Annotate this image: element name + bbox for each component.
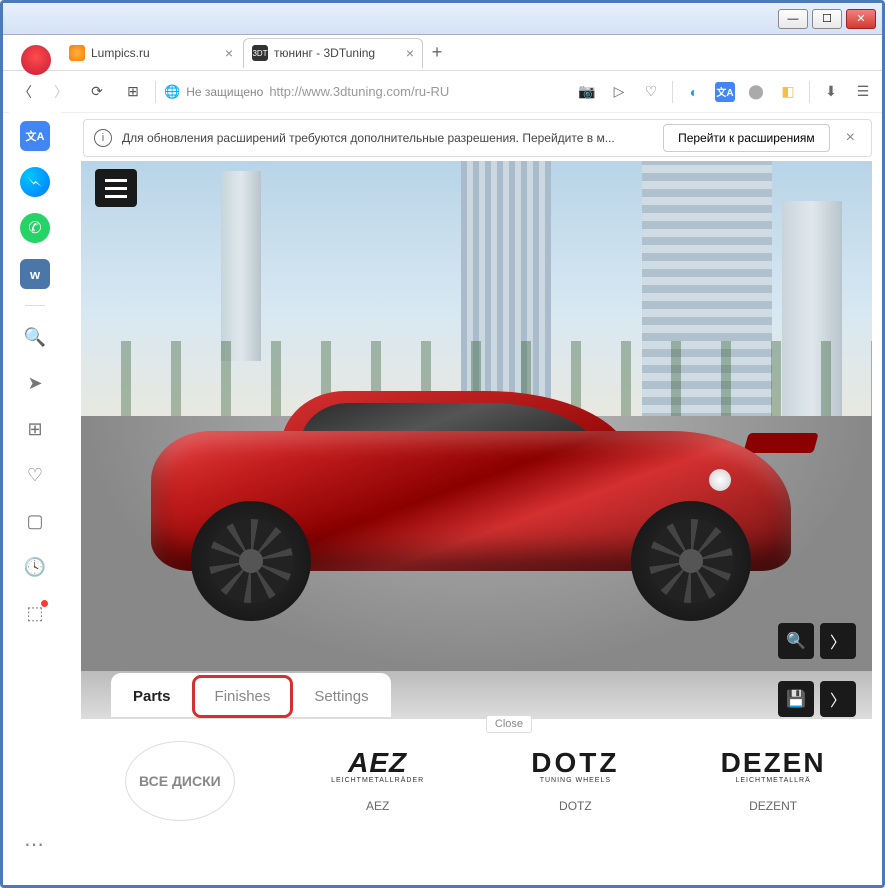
extension2-icon[interactable]: ◧ xyxy=(777,81,799,103)
tab-strip: Lumpics.ru × 3DT тюнинг - 3DTuning × + xyxy=(3,35,882,71)
notification-close-icon[interactable]: × xyxy=(840,129,861,147)
fuel-cap xyxy=(709,469,731,491)
left-sidebar: 文A ✆ w 🔍 ➤ ⊞ ♡ ▢ 🕓 ⬚ ⋯ xyxy=(9,111,61,879)
download-icon[interactable]: ⬇ xyxy=(820,81,842,103)
logo-text: DOTZ xyxy=(531,749,619,777)
speed-dial-icon[interactable]: ⊞ xyxy=(119,78,147,106)
brand-logo-aez: AEZ LEICHTMETALLRÄDER xyxy=(331,741,424,791)
maximize-button[interactable]: ☐ xyxy=(812,9,842,29)
logo-subtext: TUNING WHEELS xyxy=(540,777,611,784)
car-viewport[interactable]: 3DT 🔍 〉 xyxy=(81,161,872,671)
sidebar-bookmark-icon[interactable]: ▢ xyxy=(20,506,50,536)
logo-text: DEZEN xyxy=(721,749,826,777)
favicon-3dt-icon: 3DT xyxy=(252,45,268,61)
url-field[interactable]: 🌐 Не защищено http://www.3dtuning.com/ru… xyxy=(164,84,568,100)
logo-subtext: LEICHTMETALLRÄ xyxy=(735,777,810,784)
separator xyxy=(809,81,810,103)
sidebar-history-icon[interactable]: 🕓 xyxy=(20,552,50,582)
tab-finishes[interactable]: Finishes xyxy=(193,676,293,717)
sidebar-send-icon[interactable]: ➤ xyxy=(20,368,50,398)
all-wheels-button[interactable]: ВСЕ ДИСКИ xyxy=(81,741,279,821)
address-bar: 〈 〉 ⟳ ⊞ 🌐 Не защищено http://www.3dtunin… xyxy=(3,71,882,113)
new-tab-button[interactable]: + xyxy=(425,41,449,65)
security-label: Не защищено xyxy=(186,85,263,99)
heart-icon[interactable]: ♡ xyxy=(640,81,662,103)
adblock-icon[interactable]: ◐ xyxy=(683,81,705,103)
sidebar-search-icon[interactable]: 🔍 xyxy=(20,322,50,352)
sidebar-messenger-icon[interactable] xyxy=(20,167,50,197)
tab-close-icon[interactable]: × xyxy=(225,45,233,61)
sidebar-grid-icon[interactable]: ⊞ xyxy=(20,414,50,444)
content-tabs-row: Parts Finishes Settings xyxy=(81,671,872,719)
tab-title: тюнинг - 3DTuning xyxy=(274,46,375,60)
car-spoiler xyxy=(743,433,818,453)
front-wheel[interactable] xyxy=(191,501,311,621)
zoom-in-button[interactable]: 🔍 xyxy=(778,623,814,659)
favicon-lumpics-icon xyxy=(69,45,85,61)
next-view-button[interactable]: 〉 xyxy=(820,623,856,659)
tab-close-icon[interactable]: × xyxy=(406,45,414,61)
tab-title: Lumpics.ru xyxy=(91,46,150,60)
forward-button[interactable]: 〉 xyxy=(47,78,75,106)
brand-name: AEZ xyxy=(366,799,389,813)
notification-bar: i Для обновления расширений требуются до… xyxy=(83,119,872,157)
brands-row: ВСЕ ДИСКИ AEZ LEICHTMETALLRÄDER AEZ DOTZ… xyxy=(81,733,872,875)
tab-settings[interactable]: Settings xyxy=(292,676,390,717)
sidebar-heart-icon[interactable]: ♡ xyxy=(20,460,50,490)
sidebar-whatsapp-icon[interactable]: ✆ xyxy=(20,213,50,243)
save-button[interactable]: 💾 xyxy=(778,681,814,717)
tab-parts[interactable]: Parts xyxy=(111,676,193,717)
sidebar-more-icon[interactable]: ⋯ xyxy=(20,829,50,859)
sidebar-cube-icon[interactable]: ⬚ xyxy=(20,598,50,628)
car-model[interactable]: 3DT xyxy=(121,391,821,621)
logo-subtext: LEICHTMETALLRÄDER xyxy=(331,777,424,784)
tab-group: Parts Finishes Settings xyxy=(111,673,391,717)
brand-name: DEZENT xyxy=(749,799,797,813)
brand-name: DOTZ xyxy=(559,799,592,813)
save-controls: 💾 〉 xyxy=(778,681,856,717)
save-next-button[interactable]: 〉 xyxy=(820,681,856,717)
info-icon: i xyxy=(94,129,112,147)
tab-3dtuning[interactable]: 3DT тюнинг - 3DTuning × xyxy=(243,38,423,68)
camera-icon[interactable]: 📷 xyxy=(576,81,598,103)
all-wheels-label: ВСЕ ДИСКИ xyxy=(125,741,235,821)
back-button[interactable]: 〈 xyxy=(11,78,39,106)
go-to-extensions-button[interactable]: Перейти к расширениям xyxy=(663,124,830,152)
sidebar-vk-icon[interactable]: w xyxy=(20,259,50,289)
logo-text: AEZ xyxy=(348,749,407,777)
brand-dezent[interactable]: DEZEN LEICHTMETALLRÄ DEZENT xyxy=(674,741,872,813)
zoom-controls: 🔍 〉 xyxy=(778,623,856,659)
brand-logo-dezent: DEZEN LEICHTMETALLRÄ xyxy=(721,741,826,791)
background-building xyxy=(221,171,261,361)
menu-button[interactable] xyxy=(95,169,137,207)
separator xyxy=(672,81,673,103)
address-actions: 📷 ▷ ♡ ◐ 文A ⬤ ◧ ⬇ ☰ xyxy=(576,81,874,103)
minimize-button[interactable]: — xyxy=(778,9,808,29)
extension-icon[interactable]: ⬤ xyxy=(745,81,767,103)
url-text: http://www.3dtuning.com/ru-RU xyxy=(269,84,449,99)
easy-setup-icon[interactable]: ☰ xyxy=(852,81,874,103)
close-panel-button[interactable]: Close xyxy=(486,715,532,733)
window-close-button[interactable]: ✕ xyxy=(846,9,876,29)
divider xyxy=(25,305,45,306)
brand-logo-dotz: DOTZ TUNING WHEELS xyxy=(531,741,619,791)
tab-lumpics[interactable]: Lumpics.ru × xyxy=(61,38,241,68)
translate-icon[interactable]: 文A xyxy=(715,82,735,102)
play-icon[interactable]: ▷ xyxy=(608,81,630,103)
rear-wheel[interactable] xyxy=(631,501,751,621)
globe-icon: 🌐 xyxy=(164,84,180,100)
window-titlebar: — ☐ ✕ xyxy=(3,3,882,35)
brand-dotz[interactable]: DOTZ TUNING WHEELS DOTZ xyxy=(477,741,675,813)
page-content: + 3DT 🔍 〉 xyxy=(81,161,872,875)
separator xyxy=(155,81,156,103)
notification-text: Для обновления расширений требуются допо… xyxy=(122,131,615,145)
reload-button[interactable]: ⟳ xyxy=(83,78,111,106)
opera-logo-icon[interactable] xyxy=(21,45,51,75)
sidebar-translate-icon[interactable]: 文A xyxy=(20,121,50,151)
brand-aez[interactable]: AEZ LEICHTMETALLRÄDER AEZ xyxy=(279,741,477,813)
